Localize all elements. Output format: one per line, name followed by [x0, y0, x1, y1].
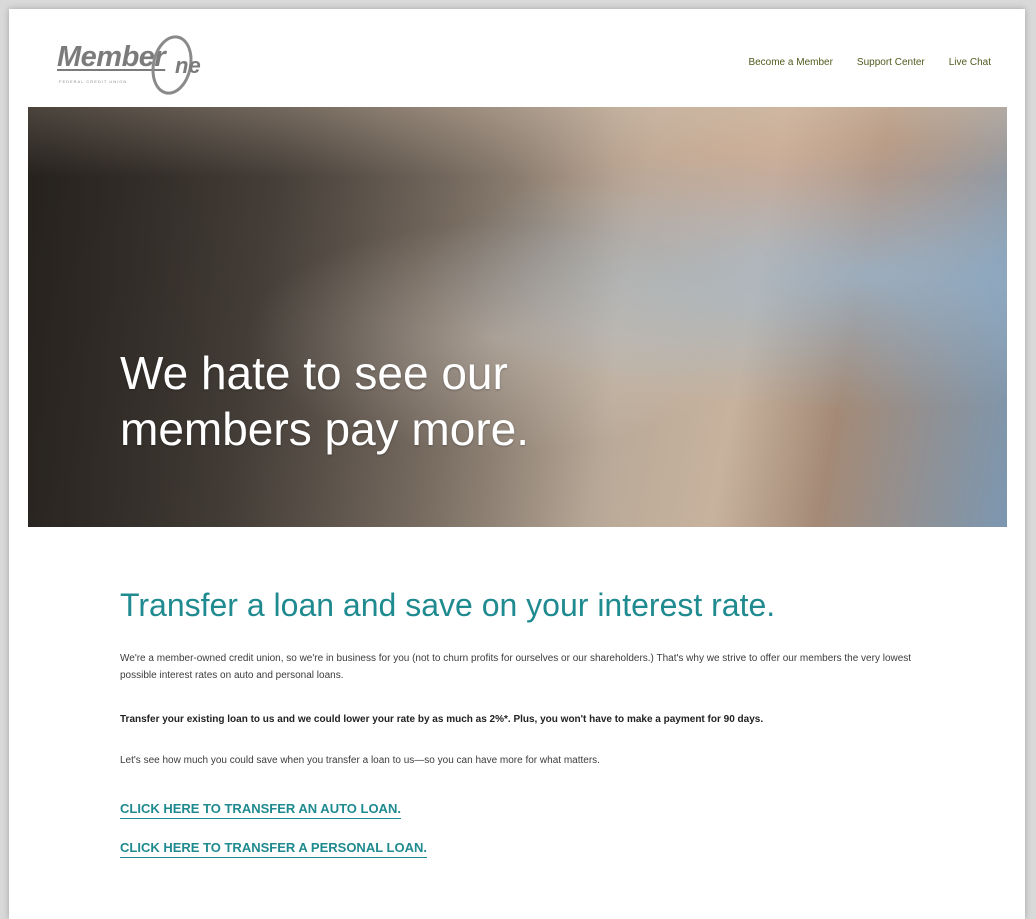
page-frame: Member ne FEDERAL CREDIT UNION Become a … — [9, 9, 1025, 919]
main-content: Transfer a loan and save on your interes… — [120, 587, 920, 858]
hero-headline-line1: We hate to see our — [120, 347, 508, 399]
site-header: Member ne FEDERAL CREDIT UNION Become a … — [9, 9, 1025, 107]
nav-live-chat[interactable]: Live Chat — [949, 57, 991, 68]
hero-headline: We hate to see our members pay more. — [120, 345, 680, 457]
hero-banner-image: We hate to see our members pay more. — [28, 107, 1007, 527]
logo-subtitle: FEDERAL CREDIT UNION — [59, 79, 128, 84]
intro-paragraph: We're a member-owned credit union, so we… — [120, 653, 912, 681]
transfer-auto-loan-link[interactable]: CLICK HERE TO TRANSFER AN AUTO LOAN. — [120, 801, 401, 819]
logo-wordmark: Member — [57, 41, 166, 73]
transfer-personal-loan-link[interactable]: CLICK HERE TO TRANSFER A PERSONAL LOAN. — [120, 840, 427, 858]
logo-wordmark-suffix: ne — [175, 53, 201, 78]
top-nav: Become a Member Support Center Live Chat — [748, 57, 991, 68]
page-title: Transfer a loan and save on your interes… — [120, 587, 776, 623]
nav-become-member[interactable]: Become a Member — [748, 57, 832, 68]
savings-paragraph: Let's see how much you could save when y… — [120, 755, 600, 766]
member-one-logo[interactable]: Member ne FEDERAL CREDIT UNION — [57, 31, 237, 99]
hero-headline-line2: members pay more. — [120, 403, 530, 455]
nav-support-center[interactable]: Support Center — [857, 57, 925, 68]
offer-paragraph: Transfer your existing loan to us and we… — [120, 714, 764, 725]
